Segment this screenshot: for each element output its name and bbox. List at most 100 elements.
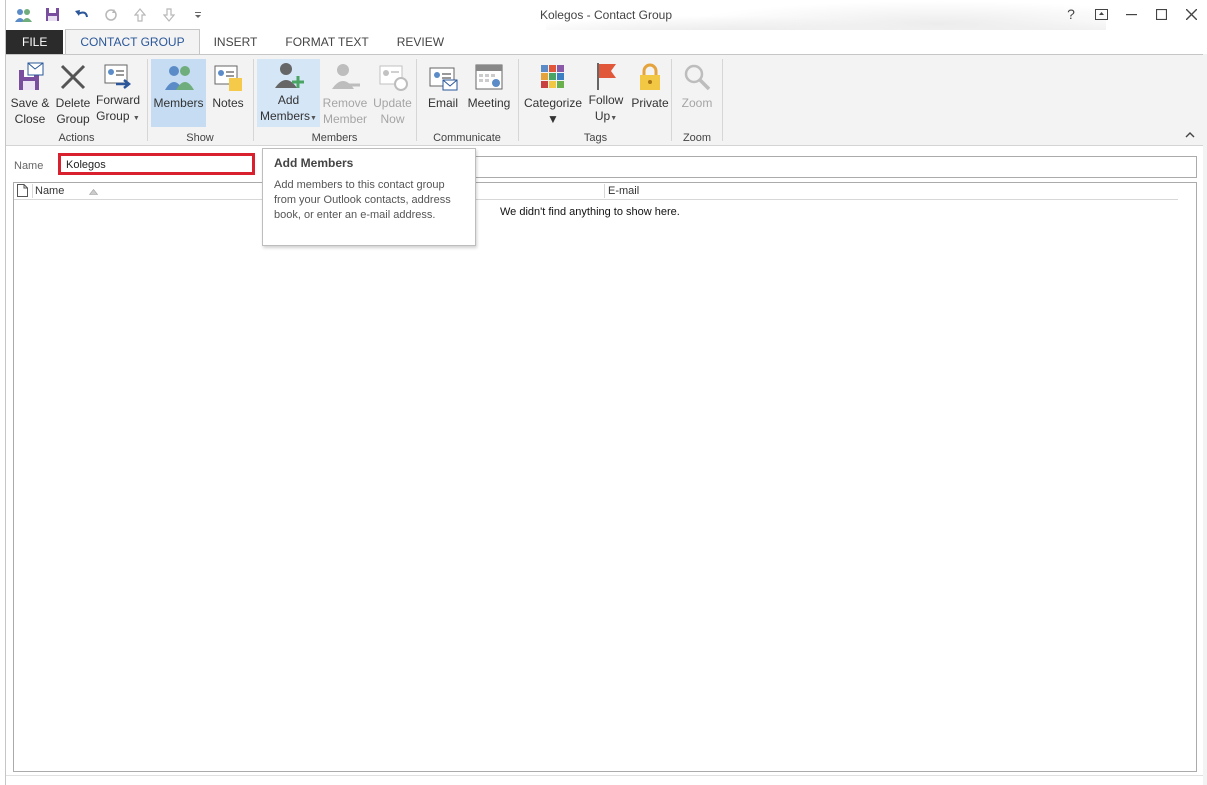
categorize-label: Categorize — [523, 96, 583, 110]
contact-group-window: Kolegos - Contact Group ? FILE CONTACT G… — [5, 0, 1206, 785]
chevron-down-icon: ▼ — [132, 115, 140, 122]
update-now-label-line2: Now — [380, 112, 405, 126]
group-label-zoom: Zoom — [682, 132, 712, 144]
group-tags: Categorize ▼ Follow Up▼ Private Tags — [519, 57, 672, 145]
members-list[interactable]: Name E-mail We didn't find anything to s… — [13, 182, 1197, 772]
zoom-button[interactable]: Zoom — [676, 59, 718, 127]
tab-insert[interactable]: INSERT — [200, 30, 272, 54]
ribbon-display-options-button[interactable] — [1088, 3, 1114, 25]
follow-up-label-line2: Up▼ — [595, 108, 617, 127]
sort-ascending-icon — [88, 186, 99, 198]
forward-group-label-text: Group — [96, 109, 130, 123]
window-bottom-border — [6, 775, 1206, 785]
remove-member-label-line1: Remove — [322, 96, 368, 110]
categorize-icon — [535, 59, 571, 95]
add-members-label-text: Members — [260, 109, 311, 123]
meeting-label: Meeting — [467, 96, 511, 110]
members-view-button[interactable]: Members — [151, 59, 206, 127]
group-separator — [722, 59, 723, 141]
email-icon — [425, 59, 461, 95]
tab-format-text[interactable]: FORMAT TEXT — [271, 30, 382, 54]
add-members-tooltip: Add Members Add members to this contact … — [262, 148, 476, 246]
private-label: Private — [631, 96, 669, 110]
tooltip-description: Add members to this contact group from y… — [274, 179, 451, 221]
meeting-button[interactable]: Meeting — [464, 59, 514, 127]
window-title: Kolegos - Contact Group — [539, 8, 673, 22]
chevron-down-icon: ▼ — [610, 115, 618, 122]
list-header: Name E-mail — [14, 183, 1178, 200]
members-icon — [161, 59, 197, 95]
remove-member-button[interactable]: Remove Member — [320, 59, 370, 127]
window-controls: ? — [1058, 3, 1204, 25]
delete-group-label-line2: Group — [56, 112, 90, 126]
ribbon-tabs: FILE CONTACT GROUP INSERT FORMAT TEXT RE… — [6, 29, 1206, 54]
save-close-label-line1: Save & — [10, 96, 50, 110]
save-close-label-line2: Close — [14, 112, 46, 126]
window-right-edge — [1203, 54, 1207, 785]
column-header-email[interactable]: E-mail — [608, 185, 639, 197]
group-communicate: Email Meeting Communicate — [417, 57, 517, 145]
column-separator — [604, 184, 605, 198]
close-button[interactable] — [1178, 3, 1204, 25]
follow-up-label-line1: Follow — [588, 93, 624, 107]
private-button[interactable]: Private — [629, 59, 671, 127]
follow-up-button[interactable]: Follow Up▼ — [585, 59, 627, 127]
group-name-input-extension[interactable] — [469, 156, 1197, 178]
update-now-button[interactable]: Update Now — [370, 59, 415, 127]
notes-view-button[interactable]: Notes — [208, 59, 248, 127]
tab-review[interactable]: REVIEW — [383, 30, 458, 54]
name-label: Name — [14, 160, 44, 172]
maximize-button[interactable] — [1148, 3, 1174, 25]
flag-icon — [588, 59, 624, 92]
calendar-icon — [471, 59, 507, 95]
group-label-tags: Tags — [583, 132, 608, 144]
add-member-icon — [271, 59, 307, 92]
members-view-label: Members — [153, 96, 204, 110]
group-zoom: Zoom Zoom — [672, 57, 722, 145]
chevron-down-icon: ▼ — [547, 112, 559, 126]
empty-list-message: We didn't find anything to show here. — [500, 206, 680, 218]
delete-x-icon — [55, 59, 91, 95]
save-close-button[interactable]: Save & Close — [8, 59, 52, 127]
delete-group-label-line1: Delete — [55, 96, 91, 110]
group-label-actions: Actions — [58, 132, 95, 144]
magnifier-icon — [679, 59, 715, 95]
notes-view-label: Notes — [212, 96, 244, 110]
save-close-icon — [12, 59, 48, 95]
tab-contact-group[interactable]: CONTACT GROUP — [65, 29, 200, 54]
update-now-label-line1: Update — [373, 96, 412, 110]
follow-up-label-text: Up — [594, 109, 611, 123]
group-members: Add Members▼ Remove Member Update Now Me… — [254, 57, 415, 145]
column-header-name[interactable]: Name — [35, 185, 64, 197]
group-show: Members Notes Show — [148, 57, 252, 145]
tab-file[interactable]: FILE — [6, 30, 64, 54]
group-label-show: Show — [186, 132, 214, 144]
add-members-button[interactable]: Add Members▼ — [257, 59, 320, 127]
update-now-icon — [375, 59, 411, 95]
item-type-icon[interactable] — [17, 184, 28, 200]
group-label-communicate: Communicate — [433, 132, 501, 144]
forward-group-button[interactable]: Forward Group ▼ — [94, 59, 142, 127]
add-members-label-line1: Add — [277, 93, 300, 107]
column-separator — [32, 184, 33, 198]
lock-icon — [632, 59, 668, 95]
ribbon: Save & Close Delete Group Forward Group … — [6, 54, 1203, 146]
categorize-button[interactable]: Categorize ▼ — [523, 59, 583, 127]
email-button[interactable]: Email — [423, 59, 463, 127]
minimize-button[interactable] — [1118, 3, 1144, 25]
delete-group-button[interactable]: Delete Group — [52, 59, 94, 127]
remove-member-label-line2: Member — [322, 112, 367, 126]
collapse-ribbon-icon[interactable] — [1185, 130, 1195, 141]
notes-icon — [210, 59, 246, 95]
group-name-input[interactable]: Kolegos — [58, 153, 255, 175]
remove-member-icon — [327, 59, 363, 95]
forward-group-label-line2: Group ▼ — [96, 108, 140, 127]
forward-group-icon — [100, 59, 136, 92]
zoom-label: Zoom — [681, 96, 713, 110]
help-button[interactable]: ? — [1058, 3, 1084, 25]
tooltip-title: Add Members — [274, 156, 354, 170]
add-members-label-line2: Members▼ — [260, 108, 317, 127]
group-label-members: Members — [311, 132, 358, 144]
title-bar: Kolegos - Contact Group ? — [6, 0, 1206, 30]
email-label: Email — [427, 96, 458, 110]
